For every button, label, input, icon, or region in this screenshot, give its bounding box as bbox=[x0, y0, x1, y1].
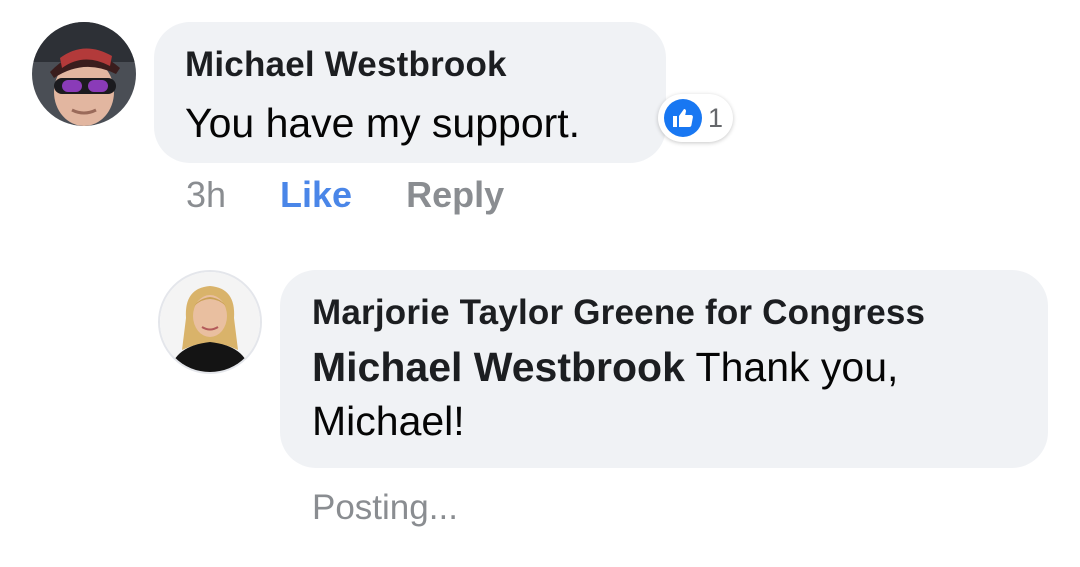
mention-tag[interactable]: Michael Westbrook bbox=[312, 344, 685, 390]
like-button[interactable]: Like bbox=[280, 174, 352, 216]
comment-text: You have my support. bbox=[185, 100, 581, 146]
comment-timestamp[interactable]: 3h bbox=[186, 174, 226, 216]
comment-thread: Michael Westbrook You have my support. 1… bbox=[0, 0, 1080, 567]
replier-avatar[interactable] bbox=[158, 270, 262, 374]
comment-bubble: Michael Westbrook You have my support. bbox=[154, 22, 666, 163]
commenter-avatar[interactable] bbox=[32, 22, 136, 126]
reply-bubble: Marjorie Taylor Greene for Congress Mich… bbox=[280, 270, 1048, 468]
reply-text: Michael Westbrook Thank you, Michael! bbox=[312, 340, 1018, 448]
reply-button[interactable]: Reply bbox=[406, 174, 504, 216]
reaction-summary[interactable]: 1 bbox=[658, 94, 734, 142]
reply-text-line1: Thank you, bbox=[695, 344, 899, 390]
replier-avatar-image bbox=[160, 272, 260, 372]
commenter-avatar-image bbox=[32, 22, 136, 126]
comment-actions: 3h Like Reply bbox=[186, 170, 504, 220]
reply-author-name[interactable]: Marjorie Taylor Greene for Congress bbox=[312, 292, 1018, 334]
comment-author-name[interactable]: Michael Westbrook bbox=[185, 44, 636, 86]
thumbs-up-icon bbox=[664, 99, 702, 137]
reaction-count: 1 bbox=[708, 103, 724, 133]
posting-status: Posting... bbox=[312, 488, 458, 527]
reply-text-line2: Michael! bbox=[312, 398, 465, 444]
